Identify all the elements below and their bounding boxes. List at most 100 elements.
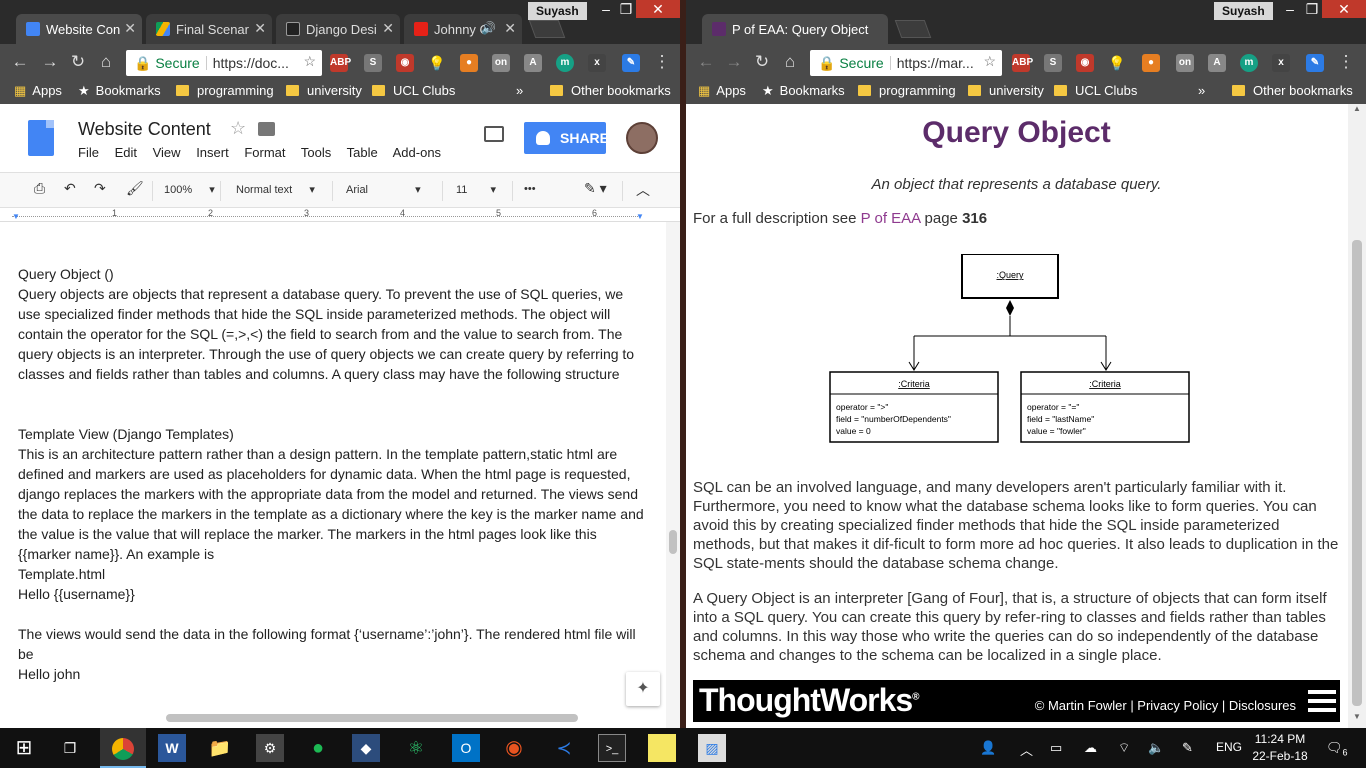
- firefox-icon[interactable]: ●: [460, 54, 478, 72]
- menu-add-ons[interactable]: Add-ons: [393, 145, 441, 160]
- clock[interactable]: 11:24 PM 22-Feb-18: [1250, 731, 1310, 765]
- adblock-icon[interactable]: ABP: [330, 54, 351, 72]
- font-select[interactable]: Arial ▾: [346, 183, 421, 196]
- paint-format-icon[interactable]: 🖌: [126, 180, 144, 197]
- x-extension-icon[interactable]: x: [1272, 54, 1290, 72]
- comments-icon[interactable]: [484, 126, 504, 142]
- scrollbar-thumb[interactable]: [1352, 240, 1362, 706]
- folder-icon[interactable]: [258, 122, 275, 136]
- spotify-icon[interactable]: ●: [304, 734, 332, 762]
- profile-name[interactable]: Suyash: [528, 2, 587, 20]
- show-hidden-icons[interactable]: ︿: [1020, 740, 1033, 759]
- chrome-taskbar-icon[interactable]: [100, 728, 146, 768]
- extension-icon[interactable]: ◉: [1076, 54, 1094, 72]
- stylish-icon[interactable]: S: [1044, 54, 1062, 72]
- edit-mode-icon[interactable]: ✎ ▾: [584, 180, 607, 197]
- pen-extension-icon[interactable]: ✎: [1306, 54, 1324, 72]
- menu-view[interactable]: View: [153, 145, 181, 160]
- close-tab-icon[interactable]: ✕: [504, 20, 516, 37]
- notifications-icon[interactable]: 🗨6: [1326, 740, 1348, 758]
- scrollbar-thumb[interactable]: [669, 530, 677, 554]
- hamburger-menu-icon[interactable]: [1308, 690, 1336, 712]
- reload-button[interactable]: ↻: [752, 52, 772, 72]
- pen-icon[interactable]: ✎: [1182, 740, 1193, 756]
- terminal-icon[interactable]: >_: [598, 734, 626, 762]
- people-icon[interactable]: 👤: [980, 740, 996, 756]
- star-icon[interactable]: ☆: [983, 53, 996, 70]
- home-button[interactable]: ⌂: [96, 52, 116, 72]
- language-indicator[interactable]: ENG: [1216, 740, 1242, 754]
- menu-icon[interactable]: ⋮: [1336, 52, 1356, 72]
- address-bar[interactable]: 🔒 Secure https://doc... ☆: [126, 50, 322, 76]
- bookmark-programming[interactable]: programming: [176, 83, 274, 98]
- word-icon[interactable]: W: [158, 734, 186, 762]
- bookmark-bookmarks[interactable]: ★ Bookmarks: [762, 83, 845, 99]
- ruler[interactable]: ▼ ▼ 1 2 3 4 5 6: [0, 208, 680, 222]
- close-window-button[interactable]: ✕: [636, 0, 680, 18]
- m-extension-icon[interactable]: m: [1240, 54, 1258, 72]
- bookmarks-overflow[interactable]: »: [1198, 83, 1205, 98]
- menu-table[interactable]: Table: [347, 145, 378, 160]
- bookmark-ucl-clubs[interactable]: UCL Clubs: [372, 83, 455, 98]
- new-tab-button[interactable]: [894, 20, 932, 38]
- bookmarks-overflow[interactable]: »: [516, 83, 523, 98]
- close-window-button[interactable]: ✕: [1322, 0, 1366, 18]
- m-extension-icon[interactable]: m: [556, 54, 574, 72]
- bookmark-apps[interactable]: ▦ Apps: [698, 83, 746, 99]
- profile-name[interactable]: Suyash: [1214, 2, 1273, 20]
- extension-on-icon[interactable]: on: [1176, 54, 1194, 72]
- extension-icon[interactable]: ◉: [396, 54, 414, 72]
- menu-format[interactable]: Format: [244, 145, 285, 160]
- avatar[interactable]: [626, 122, 658, 154]
- ubuntu-icon[interactable]: ◉: [500, 734, 528, 762]
- new-tab-button[interactable]: [528, 20, 566, 38]
- bookmark-university[interactable]: university: [286, 83, 362, 98]
- menu-file[interactable]: File: [78, 145, 99, 160]
- pdf-icon[interactable]: A: [524, 54, 542, 72]
- close-tab-icon[interactable]: ✕: [254, 20, 266, 37]
- file-explorer-icon[interactable]: 📁: [206, 734, 234, 762]
- back-button[interactable]: ←: [696, 52, 716, 72]
- star-icon[interactable]: ☆: [303, 53, 316, 70]
- bookmark-programming[interactable]: programming: [858, 83, 956, 98]
- address-bar[interactable]: 🔒 Secure https://mar... ☆: [810, 50, 1002, 76]
- other-bookmarks[interactable]: Other bookmarks: [1232, 83, 1353, 98]
- reload-button[interactable]: ↻: [68, 52, 88, 72]
- lightbulb-icon[interactable]: 💡: [1108, 54, 1126, 72]
- document-title[interactable]: Website Content: [78, 119, 211, 140]
- close-tab-icon[interactable]: ✕: [382, 20, 394, 37]
- pofeaa-link[interactable]: P of EAA: [861, 210, 921, 227]
- x-extension-icon[interactable]: x: [588, 54, 606, 72]
- battery-icon[interactable]: ▭: [1050, 740, 1062, 756]
- undo-icon[interactable]: ↶: [64, 180, 76, 197]
- app-icon[interactable]: ⚙: [256, 734, 284, 762]
- footer-links[interactable]: © Martin Fowler | Privacy Policy | Discl…: [1035, 698, 1296, 713]
- vscode-icon[interactable]: ≺: [550, 734, 578, 762]
- print-icon[interactable]: ⎙: [34, 180, 45, 197]
- menu-tools[interactable]: Tools: [301, 145, 331, 160]
- onedrive-icon[interactable]: ☁: [1084, 740, 1097, 756]
- menu-edit[interactable]: Edit: [115, 145, 137, 160]
- horizontal-scrollbar[interactable]: [166, 714, 578, 722]
- docs-logo-icon[interactable]: [28, 120, 54, 156]
- tab-website-content[interactable]: Website Con ✕: [16, 14, 142, 44]
- task-view-icon[interactable]: ❐: [56, 734, 84, 762]
- bookmark-apps[interactable]: ▦ Apps: [14, 83, 62, 99]
- tab-django-design[interactable]: Django Desi ✕: [276, 14, 400, 44]
- back-button[interactable]: ←: [10, 52, 30, 72]
- other-bookmarks[interactable]: Other bookmarks: [550, 83, 671, 98]
- sticky-notes-icon[interactable]: [648, 734, 676, 762]
- extension-on-icon[interactable]: on: [492, 54, 510, 72]
- pen-extension-icon[interactable]: ✎: [622, 54, 640, 72]
- volume-icon[interactable]: 🔈: [1148, 740, 1164, 756]
- vertical-scrollbar[interactable]: [666, 222, 680, 728]
- more-tools-button[interactable]: •••: [524, 183, 536, 195]
- share-button[interactable]: SHARE: [524, 122, 609, 154]
- style-select[interactable]: Normal text ▾: [236, 183, 315, 196]
- font-size-select[interactable]: 11 ▾: [456, 183, 496, 196]
- stylish-icon[interactable]: S: [364, 54, 382, 72]
- tab-query-object[interactable]: P of EAA: Query Object: [702, 14, 888, 44]
- menu-icon[interactable]: ⋮: [652, 52, 672, 72]
- explore-button[interactable]: ✦: [626, 672, 660, 706]
- wifi-icon[interactable]: ⌔: [1118, 740, 1130, 756]
